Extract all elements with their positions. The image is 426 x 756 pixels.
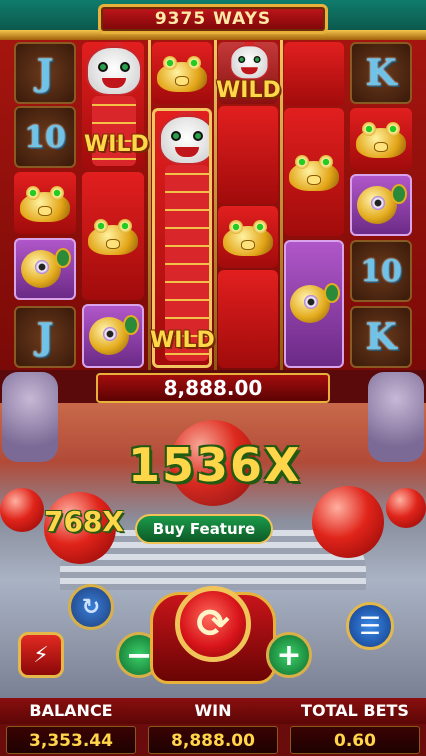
minus-icon: −	[125, 636, 153, 674]
symbol-fish	[14, 238, 76, 300]
win-amount-display: 8,888.00	[96, 373, 330, 403]
plus-icon: +	[276, 637, 302, 673]
symbol-red-blank	[284, 42, 344, 106]
symbol-gold-toad	[82, 172, 144, 300]
autoplay-button[interactable]: ↻	[68, 584, 114, 630]
lion-dance-icon	[155, 111, 209, 365]
gold-toad-icon	[84, 213, 142, 259]
ways-count: 9375 WAYS	[154, 9, 272, 29]
symbol-gold-toad	[284, 108, 344, 236]
reel-divider	[148, 40, 151, 370]
symbol-fish	[350, 174, 412, 236]
side-multiplier: 768X	[43, 505, 125, 538]
menu-button[interactable]: ☰	[346, 602, 394, 650]
spin-arrows-icon: ⟳	[196, 601, 230, 647]
golden-fish-icon	[286, 279, 342, 329]
guardian-lion-statue	[368, 372, 424, 462]
ways-banner: 9375 WAYS	[98, 4, 328, 34]
symbol-10: 10	[350, 240, 412, 302]
symbol-fish	[82, 304, 144, 368]
total-bets-section: TOTAL BETS 0.60	[284, 698, 426, 756]
gold-toad-icon	[16, 180, 74, 226]
win-label: WIN	[142, 698, 284, 724]
symbol-red-blank	[218, 270, 278, 368]
gold-toad-icon	[219, 214, 277, 260]
main-multiplier: 1536X	[128, 438, 302, 492]
lightning-icon: ⚡	[33, 642, 49, 668]
buy-feature-button[interactable]: Buy Feature	[135, 514, 273, 544]
symbol-k: K	[350, 306, 412, 368]
wild-label: WILD	[150, 328, 215, 353]
symbol-j: J	[14, 42, 76, 104]
red-pearl	[386, 488, 426, 528]
increase-bet-button[interactable]: +	[266, 632, 312, 678]
symbol-k: K	[350, 42, 412, 104]
symbol-gold-toad	[350, 108, 412, 170]
buy-feature-label: Buy Feature	[152, 520, 256, 538]
total-bets-value: 0.60	[290, 726, 420, 754]
turbo-button[interactable]: ⚡	[18, 632, 64, 678]
win-amount: 8,888.00	[163, 376, 263, 400]
red-pearl	[312, 486, 384, 558]
win-section: WIN 8,888.00	[142, 698, 284, 756]
symbol-gold-toad	[218, 206, 278, 268]
golden-fish-icon	[353, 180, 409, 230]
balance-section: BALANCE 3,353.44	[0, 698, 142, 756]
win-value: 8,888.00	[148, 726, 278, 754]
golden-fish-icon	[85, 311, 141, 361]
wild-label: WILD	[84, 132, 149, 157]
hamburger-menu-icon: ☰	[359, 612, 381, 640]
gold-toad-icon	[352, 116, 410, 162]
symbol-red-blank	[218, 106, 278, 204]
wild-label: WILD	[216, 78, 281, 103]
autoplay-icon: ↻	[81, 594, 101, 620]
balance-label: BALANCE	[0, 698, 142, 724]
symbol-gold-toad	[14, 172, 76, 234]
gold-toad-icon	[153, 50, 211, 96]
symbol-j: J	[14, 306, 76, 368]
symbol-10: 10	[14, 106, 76, 168]
symbol-gold-toad	[152, 42, 212, 104]
spin-button[interactable]: ⟳	[175, 586, 251, 662]
golden-fish-icon	[17, 244, 73, 294]
guardian-lion-statue	[2, 372, 58, 462]
total-bets-label: TOTAL BETS	[284, 698, 426, 724]
symbol-fish	[284, 240, 344, 368]
balance-value: 3,353.44	[6, 726, 136, 754]
gold-toad-icon	[285, 149, 343, 195]
